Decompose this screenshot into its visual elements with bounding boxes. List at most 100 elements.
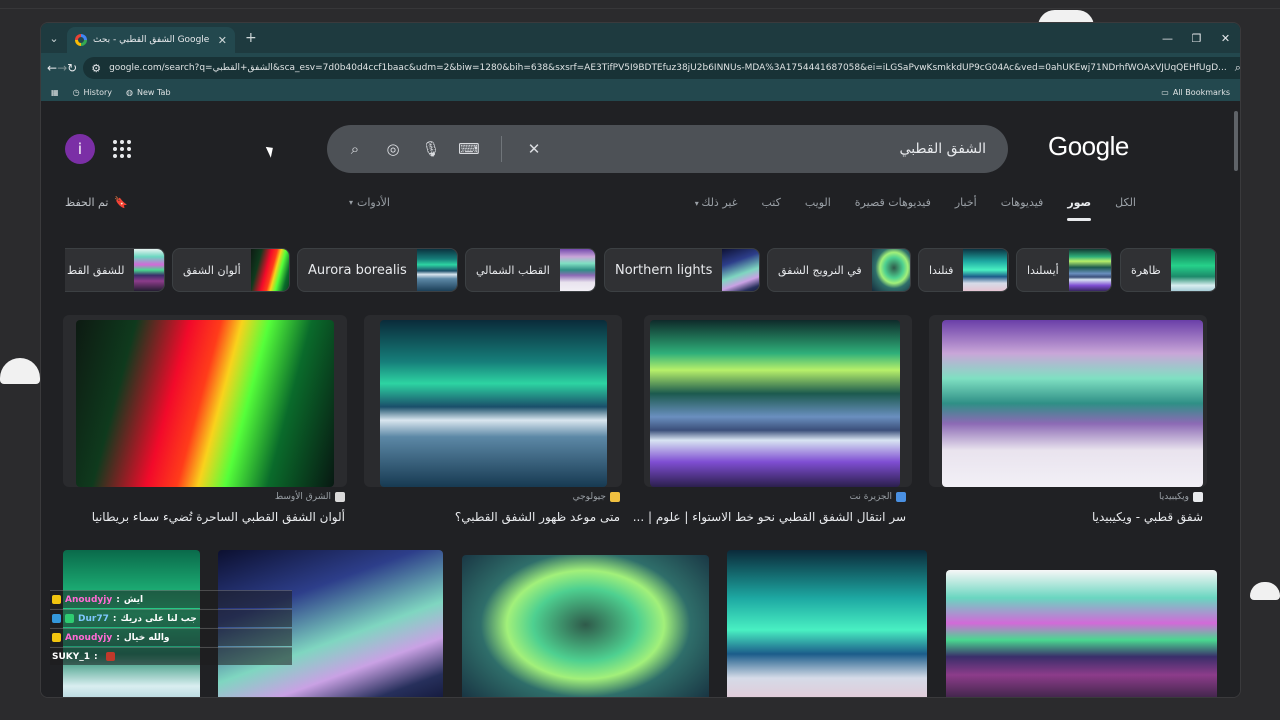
- chip-label: للشفق القط: [67, 263, 125, 277]
- chat-text: جب لنا على دريك: [120, 613, 197, 624]
- chip-finland[interactable]: فنلندا: [918, 248, 1009, 292]
- bookmarks-bar: ▦ ◷ History ◍ New Tab ▭ All Bookmarks: [41, 83, 1240, 101]
- image-result[interactable]: ويكيبيديا شفق قطبي - ويكيبيديا: [929, 315, 1207, 555]
- browser-tab[interactable]: الشفق القطبي - بحث Google ✕: [67, 27, 235, 53]
- chat-badge-icon: [52, 614, 61, 623]
- chip-thumbnail: [559, 249, 595, 291]
- chat-text: ايش: [123, 594, 144, 605]
- tab-images[interactable]: صور: [1067, 196, 1091, 221]
- chip-thumbnail: [416, 249, 457, 291]
- chip-label: أيسلندا: [1027, 263, 1059, 277]
- new-tab-button[interactable]: +: [245, 30, 257, 46]
- chat-text: والله خيال: [123, 632, 170, 643]
- search-tabs-row: تم الحفظ 🔖 ▾ الأدوات الكل صور فيديوهات أ…: [41, 196, 1240, 226]
- chip-northern-lights[interactable]: Northern lights: [604, 248, 760, 292]
- tab-close-icon[interactable]: ✕: [218, 34, 227, 47]
- search-box[interactable]: ⌕ ◎ 🎙 ⌨ ✕ الشفق القطبي: [327, 125, 1008, 173]
- result-image[interactable]: [727, 550, 927, 697]
- search-icon[interactable]: ⌕: [345, 139, 365, 159]
- all-bookmarks[interactable]: ▭ All Bookmarks: [1161, 88, 1230, 97]
- result-source[interactable]: الجزيرة نت: [850, 492, 906, 502]
- address-bar[interactable]: ⚙ google.com/search?q=الشفق+القطبي&sca_e…: [83, 57, 1240, 79]
- site-info-icon[interactable]: ⚙: [91, 62, 101, 75]
- chat-separator: :: [116, 632, 120, 643]
- forward-icon[interactable]: →: [57, 57, 67, 79]
- chip-thumbnail: [1170, 249, 1215, 291]
- chip-norway[interactable]: في النرويج الشفق: [767, 248, 911, 292]
- google-logo[interactable]: Google: [1048, 131, 1129, 162]
- browser-toolbar: ← → ↻ ⚙ google.com/search?q=الشفق+القطبي…: [41, 53, 1240, 83]
- tools-button[interactable]: ▾ الأدوات: [349, 196, 390, 209]
- window-controls: — ❐ ✕: [1153, 23, 1240, 53]
- back-icon[interactable]: ←: [47, 57, 57, 79]
- tab-videos[interactable]: فيديوهات: [1001, 196, 1044, 217]
- result-source[interactable]: ويكيبيديا: [1159, 492, 1203, 502]
- backdrop-line: [0, 8, 1280, 9]
- chevron-down-icon: ▾: [349, 198, 354, 207]
- search-box-icons: ⌕ ◎ 🎙 ⌨ ✕: [345, 136, 544, 162]
- result-image[interactable]: [380, 320, 607, 487]
- chip-label: ألوان الشفق: [183, 263, 241, 277]
- source-label: الجزيرة نت: [849, 492, 892, 502]
- saved-button[interactable]: تم الحفظ 🔖: [65, 196, 128, 209]
- chip-iceland[interactable]: أيسلندا: [1016, 248, 1112, 292]
- geology-site-icon: [610, 492, 620, 502]
- chip-aurora-partial[interactable]: للشفق القط: [65, 248, 165, 292]
- bookmark-history[interactable]: ◷ History: [73, 88, 112, 97]
- apps-grid-icon[interactable]: ▦: [51, 88, 59, 97]
- result-caption[interactable]: ألوان الشفق القطبي الساحرة تُضيء سماء بر…: [92, 510, 345, 524]
- minimize-icon[interactable]: —: [1153, 23, 1182, 53]
- chip-north-pole[interactable]: القطب الشمالي: [465, 248, 596, 292]
- result-image[interactable]: [76, 320, 334, 487]
- result-image[interactable]: [462, 555, 709, 697]
- chip-aurora-borealis[interactable]: Aurora borealis: [297, 248, 458, 292]
- clear-icon[interactable]: ✕: [524, 139, 544, 159]
- related-chips: ظاهرة أيسلندا فنلندا في النرويج الشفق No…: [41, 248, 1240, 294]
- result-caption[interactable]: متى موعد ظهور الشفق القطبي؟: [455, 510, 620, 524]
- tab-all[interactable]: الكل: [1115, 196, 1136, 217]
- chat-username: Dur77: [78, 613, 109, 624]
- chat-username: Anoudyjy: [65, 632, 113, 643]
- bookmark-new-tab[interactable]: ◍ New Tab: [126, 88, 171, 97]
- chip-thumbnail: [722, 249, 759, 291]
- image-result[interactable]: الجزيرة نت سر انتقال الشفق القطبي نحو خط…: [633, 315, 912, 555]
- tab-web[interactable]: الويب: [805, 196, 831, 217]
- tab-books[interactable]: كتب: [761, 196, 780, 217]
- chat-username: Anoudyjy: [65, 594, 113, 605]
- result-source[interactable]: جيولوجي: [573, 492, 620, 502]
- result-image[interactable]: [942, 320, 1203, 487]
- close-window-icon[interactable]: ✕: [1211, 23, 1240, 53]
- tools-label: الأدوات: [357, 196, 390, 209]
- result-caption[interactable]: سر انتقال الشفق القطبي نحو خط الاستواء |…: [633, 510, 906, 524]
- wikipedia-icon: [1193, 492, 1203, 502]
- result-image[interactable]: [650, 320, 900, 487]
- chat-separator: :: [94, 651, 98, 662]
- search-input[interactable]: الشفق القطبي: [544, 141, 990, 157]
- chip-phenomenon[interactable]: ظاهرة: [1120, 248, 1217, 292]
- tab-news[interactable]: أخبار: [955, 196, 977, 217]
- google-apps-icon[interactable]: [113, 140, 131, 158]
- result-caption[interactable]: شفق قطبي - ويكيبيديا: [1092, 510, 1203, 524]
- chip-aurora-colors[interactable]: ألوان الشفق: [172, 248, 290, 292]
- zoom-search-icon[interactable]: ⌕: [1235, 61, 1240, 75]
- lens-camera-icon[interactable]: ◎: [383, 139, 403, 159]
- search-header: i ⌕ ◎ 🎙 ⌨ ✕ الشفق القطبي Google: [41, 101, 1240, 196]
- google-favicon-icon: [75, 34, 87, 46]
- image-result[interactable]: الشرق الأوسط ألوان الشفق القطبي الساحرة …: [63, 315, 347, 555]
- image-result[interactable]: جيولوجي متى موعد ظهور الشفق القطبي؟: [364, 315, 622, 555]
- microphone-icon[interactable]: 🎙: [421, 139, 441, 159]
- restore-icon[interactable]: ❐: [1182, 23, 1211, 53]
- tab-short-videos[interactable]: فيديوهات قصيرة: [855, 196, 931, 217]
- result-source[interactable]: الشرق الأوسط: [275, 492, 345, 502]
- url-text[interactable]: google.com/search?q=الشفق+القطبي&sca_esv…: [109, 63, 1227, 73]
- tab-search-icon[interactable]: ⌄: [41, 27, 67, 49]
- keyboard-icon[interactable]: ⌨: [458, 139, 480, 159]
- reload-icon[interactable]: ↻: [67, 57, 77, 79]
- tab-strip: ⌄ الشفق القطبي - بحث Google ✕ + — ❐ ✕: [41, 23, 1240, 53]
- result-image[interactable]: [946, 570, 1217, 697]
- tab-more[interactable]: غير ذلك: [695, 196, 737, 217]
- account-avatar[interactable]: i: [65, 134, 95, 164]
- chip-thumbnail: [963, 249, 1008, 291]
- chat-separator: :: [112, 613, 117, 624]
- chip-thumbnail: [250, 249, 289, 291]
